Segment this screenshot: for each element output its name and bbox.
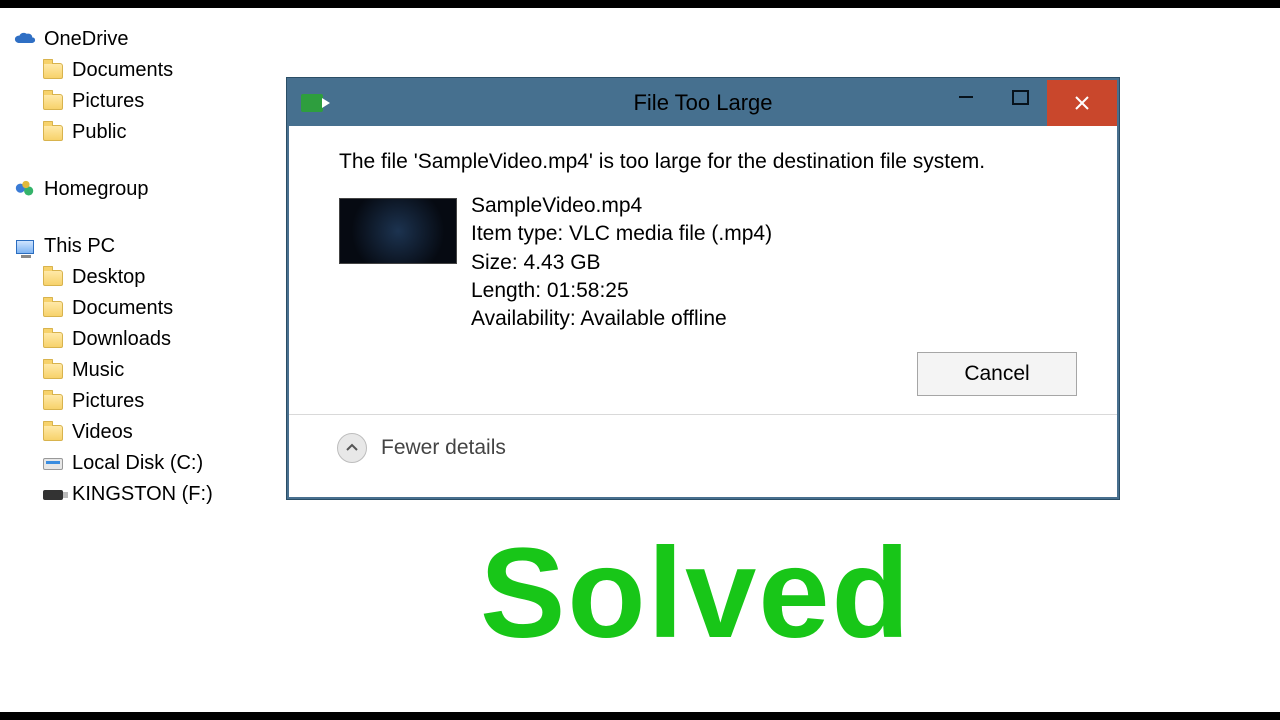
window-controls	[939, 80, 1117, 126]
tree-item-label: Local Disk (C:)	[72, 452, 203, 475]
folder-icon	[42, 298, 64, 320]
dialog-button-row: Cancel	[319, 334, 1087, 402]
tree-item-kingston-f[interactable]: KINGSTON (F:)	[14, 479, 274, 510]
cancel-button[interactable]: Cancel	[917, 352, 1077, 396]
folder-icon	[42, 91, 64, 113]
copy-operation-icon	[301, 94, 323, 112]
close-button[interactable]	[1047, 80, 1117, 126]
tree-item-homegroup[interactable]: Homegroup	[14, 174, 274, 205]
solved-overlay-text: Solved	[480, 520, 912, 667]
folder-icon	[42, 422, 64, 444]
tree-item-label: OneDrive	[44, 28, 128, 51]
tree-item-downloads[interactable]: Downloads	[14, 324, 274, 355]
file-type: Item type: VLC media file (.mp4)	[471, 220, 772, 248]
folder-icon	[42, 267, 64, 289]
folder-icon	[42, 60, 64, 82]
tree-group-homegroup: Homegroup	[14, 174, 274, 205]
letterbox-top	[0, 0, 1280, 8]
tree-item-label: KINGSTON (F:)	[72, 483, 213, 506]
dialog-message: The file 'SampleVideo.mp4' is too large …	[339, 150, 1067, 174]
tree-item-local-disk-c[interactable]: Local Disk (C:)	[14, 448, 274, 479]
folder-icon	[42, 329, 64, 351]
file-length: Length: 01:58:25	[471, 277, 772, 305]
maximize-button[interactable]	[993, 80, 1047, 114]
tree-group-thispc: This PC Desktop Documents Downloads Musi…	[14, 231, 274, 510]
tree-item-label: This PC	[44, 235, 115, 258]
tree-item-onedrive[interactable]: OneDrive	[14, 24, 274, 55]
folder-icon	[42, 122, 64, 144]
folder-icon	[42, 391, 64, 413]
file-availability: Availability: Available offline	[471, 305, 772, 333]
tree-item-documents[interactable]: Documents	[14, 293, 274, 324]
tree-item-onedrive-pictures[interactable]: Pictures	[14, 86, 274, 117]
tree-item-label: Music	[72, 359, 124, 382]
tree-group-onedrive: OneDrive Documents Pictures Public	[14, 24, 274, 148]
thispc-icon	[14, 236, 36, 258]
tree-item-label: Desktop	[72, 266, 145, 289]
tree-item-onedrive-documents[interactable]: Documents	[14, 55, 274, 86]
tree-item-label: Pictures	[72, 90, 144, 113]
tree-item-label: Public	[72, 121, 126, 144]
file-too-large-dialog: File Too Large The file 'SampleVideo.mp4…	[287, 78, 1119, 499]
file-name: SampleVideo.mp4	[471, 192, 772, 220]
tree-item-label: Homegroup	[44, 178, 149, 201]
tree-item-desktop[interactable]: Desktop	[14, 262, 274, 293]
file-details-block: SampleVideo.mp4 Item type: VLC media fil…	[339, 192, 1087, 334]
tree-item-thispc[interactable]: This PC	[14, 231, 274, 262]
file-info: SampleVideo.mp4 Item type: VLC media fil…	[471, 192, 772, 334]
tree-item-label: Videos	[72, 421, 133, 444]
details-toggle[interactable]: Fewer details	[319, 415, 1087, 487]
tree-item-label: Pictures	[72, 390, 144, 413]
tree-item-onedrive-public[interactable]: Public	[14, 117, 274, 148]
dialog-titlebar[interactable]: File Too Large	[289, 80, 1117, 126]
tree-item-pictures[interactable]: Pictures	[14, 386, 274, 417]
file-thumbnail	[339, 198, 457, 264]
folder-icon	[42, 360, 64, 382]
minimize-button[interactable]	[939, 80, 993, 114]
close-icon	[1074, 95, 1090, 111]
onedrive-icon	[14, 29, 36, 51]
file-size: Size: 4.43 GB	[471, 249, 772, 277]
tree-item-label: Documents	[72, 59, 173, 82]
details-toggle-label: Fewer details	[381, 436, 506, 460]
chevron-up-icon	[337, 433, 367, 463]
explorer-nav-tree: OneDrive Documents Pictures Public Homeg…	[14, 24, 274, 536]
dialog-body: The file 'SampleVideo.mp4' is too large …	[289, 126, 1117, 497]
letterbox-bottom	[0, 712, 1280, 720]
usb-drive-icon	[42, 484, 64, 506]
drive-icon	[42, 453, 64, 475]
tree-item-videos[interactable]: Videos	[14, 417, 274, 448]
tree-item-label: Downloads	[72, 328, 171, 351]
tree-item-label: Documents	[72, 297, 173, 320]
tree-item-music[interactable]: Music	[14, 355, 274, 386]
homegroup-icon	[14, 179, 36, 201]
